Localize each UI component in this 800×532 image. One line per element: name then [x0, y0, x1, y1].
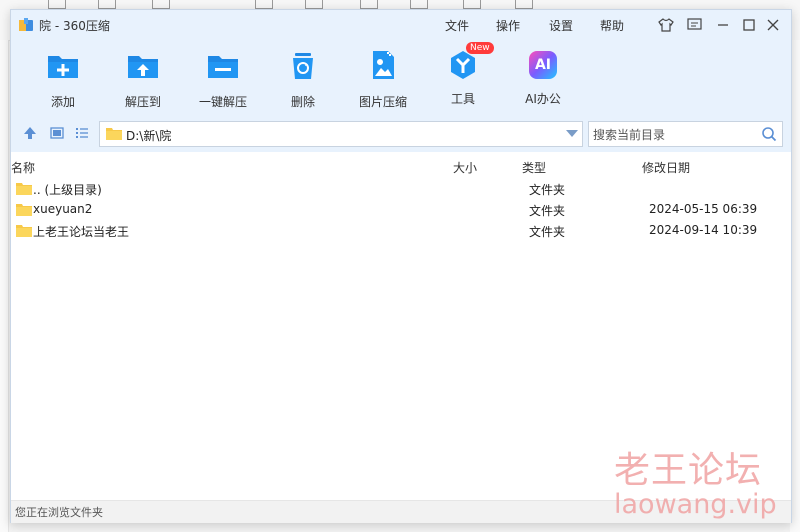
file-type: 文件夹 — [529, 204, 566, 218]
menu-file[interactable]: 文件 — [445, 17, 469, 34]
extract-to-button[interactable]: 解压到 — [103, 48, 183, 110]
add-icon — [48, 56, 78, 78]
delete-icon — [293, 53, 313, 79]
shirt-icon — [658, 18, 674, 32]
extract-to-label: 解压到 — [124, 95, 161, 109]
search-field[interactable] — [588, 121, 783, 147]
address-bar: D:\新\院 — [11, 112, 791, 152]
title-bar[interactable]: 院 - 360压缩 文件 操作 设置 帮助 — [11, 10, 791, 40]
background-toolbar-icon — [255, 0, 273, 9]
background-toolbar-icon — [48, 0, 66, 9]
ai-office-label: AI办公 — [525, 92, 561, 106]
column-size[interactable]: 大小 — [453, 159, 477, 176]
file-type: 文件夹 — [529, 225, 566, 239]
path-field[interactable]: D:\新\院 — [99, 121, 583, 147]
window-title: 院 - 360压缩 — [39, 19, 110, 33]
new-badge: New — [466, 42, 494, 54]
file-date: 2024-05-15 06:39 — [649, 202, 758, 216]
path-text: D:\新\院 — [126, 129, 172, 143]
add-label: 添加 — [50, 95, 75, 109]
file-date: 2024-09-14 10:39 — [649, 223, 758, 237]
one-click-extract-label: 一键解压 — [198, 95, 247, 109]
tools-button[interactable]: New 工具 — [423, 42, 503, 107]
menu-operation[interactable]: 操作 — [496, 17, 520, 34]
image-compress-button[interactable]: 图片压缩 — [343, 48, 423, 110]
menu-settings[interactable]: 设置 — [549, 17, 573, 34]
file-name: xueyuan2 — [33, 202, 93, 216]
file-row-parent[interactable]: .. (上级目录) 文件夹 — [11, 178, 791, 199]
background-toolbar-icon — [98, 0, 116, 9]
close-icon — [767, 19, 779, 31]
menu-help[interactable]: 帮助 — [600, 17, 624, 34]
watermark-title: 老王论坛 — [614, 450, 763, 491]
list-view-button[interactable] — [75, 126, 89, 140]
file-row[interactable]: 上老王论坛当老王 文件夹 2024-09-14 10:39 — [11, 220, 791, 241]
up-level-button[interactable] — [23, 126, 37, 140]
feedback-button[interactable] — [685, 16, 703, 34]
maximize-icon — [743, 19, 755, 31]
folder-icon — [16, 204, 32, 216]
minimize-button[interactable] — [714, 16, 732, 34]
maximize-button[interactable] — [740, 16, 758, 34]
message-icon — [686, 18, 702, 30]
tools-label: 工具 — [450, 92, 475, 106]
watermark-url: laowang.vip — [614, 489, 777, 520]
background-toolbar-icon — [515, 0, 533, 9]
one-click-extract-button[interactable]: 一键解压 — [183, 48, 263, 110]
delete-label: 删除 — [290, 95, 315, 109]
delete-button[interactable]: 删除 — [263, 48, 343, 110]
background-toolbar-icon — [152, 0, 170, 9]
background-toolbar-icon — [305, 0, 323, 9]
add-button[interactable]: 添加 — [23, 48, 103, 110]
status-text: 您正在浏览文件夹 — [15, 506, 103, 519]
skin-button[interactable] — [657, 16, 675, 34]
column-name[interactable]: 名称 — [11, 159, 35, 176]
folder-icon — [16, 225, 32, 237]
path-dropdown-icon[interactable] — [566, 130, 578, 137]
file-type: 文件夹 — [529, 183, 566, 197]
background-toolbar-icon — [360, 0, 378, 9]
column-modified[interactable]: 修改日期 — [642, 159, 690, 176]
folder-icon — [16, 183, 32, 195]
minimize-icon — [718, 24, 728, 26]
search-input[interactable] — [591, 124, 755, 146]
column-type[interactable]: 类型 — [522, 159, 546, 176]
thumbnail-view-button[interactable] — [50, 126, 64, 140]
image-compress-label: 图片压缩 — [358, 95, 407, 109]
background-window-left — [0, 40, 9, 532]
ai-office-icon: AI — [526, 48, 560, 82]
file-name: .. (上级目录) — [33, 183, 102, 197]
app-logo-icon — [19, 18, 33, 31]
one-click-extract-icon — [208, 56, 238, 78]
file-name: 上老王论坛当老王 — [33, 225, 130, 239]
file-row[interactable]: xueyuan2 文件夹 2024-05-15 06:39 — [11, 199, 791, 220]
ai-icon-text: AI — [534, 57, 552, 73]
background-toolbar-icon — [463, 0, 481, 9]
image-compress-icon — [373, 51, 394, 79]
folder-icon — [106, 128, 122, 140]
close-button[interactable] — [764, 16, 782, 34]
main-toolbar: 添加 解压到 一键解压 删除 图片压缩 New 工具 AI AI办公 — [11, 40, 791, 112]
background-toolbar-icon — [410, 0, 428, 9]
ai-office-button[interactable]: AI AI办公 — [503, 48, 583, 107]
extract-to-icon — [128, 56, 158, 78]
search-icon[interactable] — [761, 126, 777, 142]
